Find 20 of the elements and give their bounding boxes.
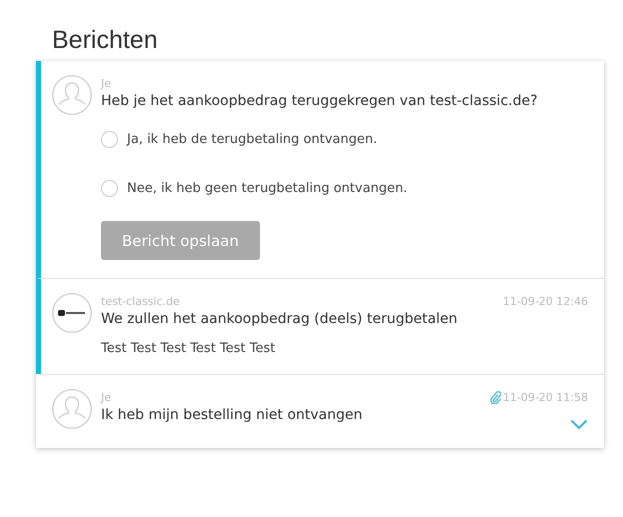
user-avatar-icon <box>52 389 92 429</box>
company-logo-icon <box>52 293 92 333</box>
sender-name: Je <box>101 76 112 90</box>
option-label: Nee, ik heb geen terugbetaling ontvangen. <box>127 181 408 196</box>
user-avatar-icon <box>52 75 92 115</box>
page-title: Berichten <box>52 26 159 55</box>
radio-option[interactable]: Ja, ik heb de terugbetaling ontvangen. <box>101 131 588 148</box>
sender-name: test-classic.de <box>101 294 180 308</box>
message-subject[interactable]: We zullen het aankoopbedrag (deels) terugbetalen <box>101 311 588 327</box>
message-body: Test Test Test Test Test Test <box>101 341 276 356</box>
chevron-down-icon[interactable] <box>570 419 588 430</box>
question-text: Heb je het aankoopbedrag teruggekregen van test-classic.de? <box>101 93 539 109</box>
radio-option[interactable]: Nee, ik heb geen terugbetaling ontvangen. <box>101 180 588 197</box>
message-subject[interactable]: Ik heb mijn bestelling niet ontvangen <box>101 407 588 423</box>
radio-button[interactable] <box>101 180 118 197</box>
message-time: 11-09-20 12:46 <box>502 294 588 308</box>
sender-name: Je <box>101 390 112 404</box>
option-label: Ja, ik heb de terugbetaling ontvangen. <box>127 132 378 147</box>
message-time: 11-09-20 11:58 <box>502 390 588 404</box>
radio-button[interactable] <box>101 131 118 148</box>
